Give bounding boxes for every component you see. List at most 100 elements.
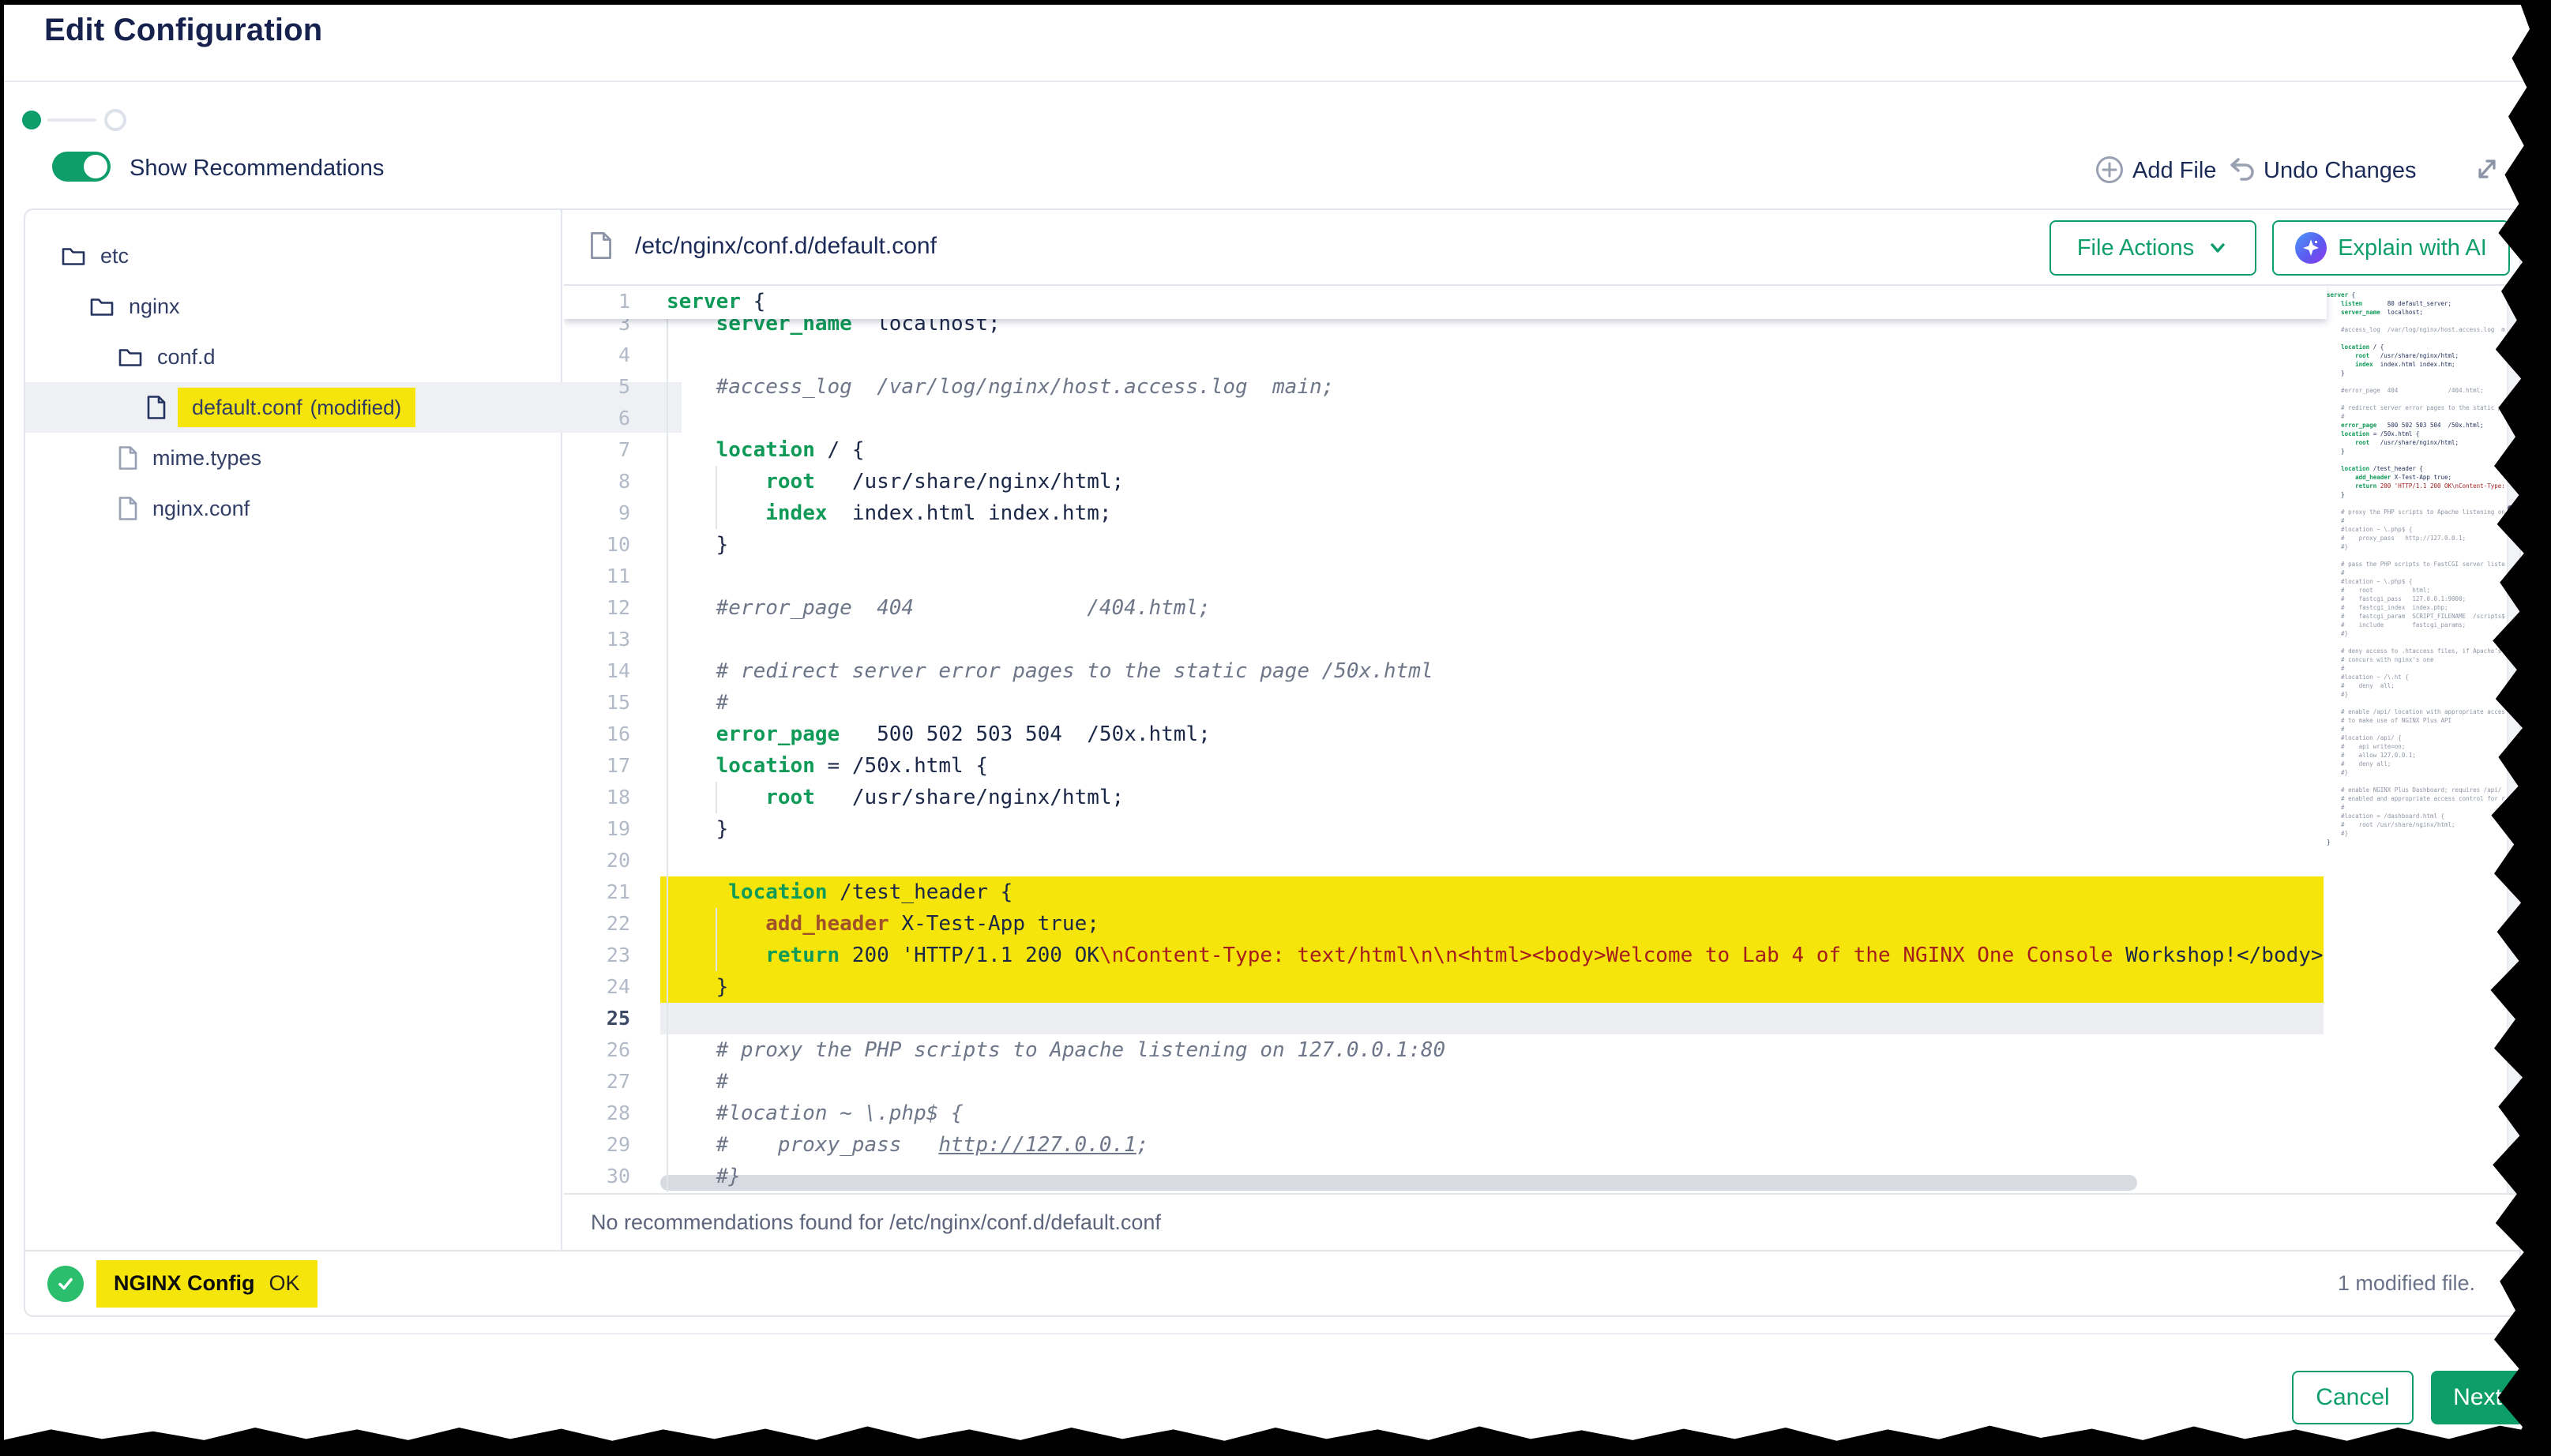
add-file-icon[interactable] — [2095, 155, 2125, 189]
line-number: 22 — [564, 908, 630, 940]
tree-item-label: etc — [100, 244, 129, 268]
stepper-step-1-active[interactable] — [22, 111, 41, 129]
minimap-line: # — [2327, 803, 2505, 812]
code-line: 12 #error_page 404 /404.html; — [564, 592, 2327, 624]
code-line: 13 — [564, 624, 2327, 655]
code-line: 4 — [564, 340, 2327, 371]
minimap-line: #location /api/ { — [2327, 734, 2505, 742]
minimap-line: #location ~ \.php$ { — [2327, 577, 2505, 586]
tree-item-nginx-conf[interactable]: nginx.conf — [25, 483, 653, 534]
file-actions-label: File Actions — [2077, 235, 2194, 261]
line-number: 25 — [564, 1003, 630, 1034]
minimap-line: # — [2327, 569, 2505, 577]
tree-item-etc[interactable]: etc — [25, 231, 596, 281]
line-number: 13 — [564, 624, 630, 655]
code-line: 6 — [564, 403, 2327, 434]
file-tree: etc nginx conf.d default.conf (modified)… — [25, 210, 562, 1250]
folder-icon — [118, 346, 143, 368]
code-line: 5 #access_log /var/log/nginx/host.access… — [564, 371, 2327, 403]
line-number: 7 — [564, 434, 630, 466]
file-icon — [118, 496, 138, 521]
undo-icon[interactable] — [2226, 155, 2257, 190]
line-number: 23 — [564, 940, 630, 971]
code-line: 26 # proxy the PHP scripts to Apache lis… — [564, 1034, 2327, 1066]
minimap-line — [2327, 699, 2505, 707]
minimap-line: root /usr/share/nginx/html; — [2327, 351, 2505, 360]
minimap-line: location /test_header { — [2327, 464, 2505, 473]
status-value: OK — [269, 1271, 299, 1296]
minimap-line: # fastcgi_param SCRIPT_FILENAME /scripts… — [2327, 612, 2505, 621]
indent-guide — [667, 319, 668, 1192]
code-line: 24 } — [564, 971, 2327, 1003]
tree-item-label: default.conf — [192, 396, 302, 420]
explain-with-ai-button[interactable]: Explain with AI — [2272, 220, 2510, 276]
code-line: 10 } — [564, 529, 2327, 561]
show-recommendations-toggle[interactable] — [52, 152, 111, 182]
line-number: 20 — [564, 845, 630, 876]
show-recommendations-label: Show Recommendations — [130, 156, 384, 182]
no-recommendations-text: No recommendations found for /etc/nginx/… — [591, 1210, 1161, 1235]
minimap-line: # enabled and appropriate access control… — [2327, 794, 2505, 803]
minimap-line: #} — [2327, 829, 2505, 838]
line-number: 17 — [564, 750, 630, 782]
minimap-line: # to make use of NGINX Plus API — [2327, 716, 2505, 725]
code-line: 29 # proxy_pass http://127.0.0.1; — [564, 1129, 2327, 1161]
minimap-line: #} — [2327, 629, 2505, 638]
minimap-line: } — [2327, 447, 2505, 456]
minimap-line: # pass the PHP scripts to FastCGI server… — [2327, 560, 2505, 569]
code-line: 25 — [564, 1003, 2327, 1034]
tree-item-confd[interactable]: conf.d — [25, 332, 653, 382]
undo-changes-button[interactable]: Undo Changes — [2264, 158, 2416, 184]
file-actions-button[interactable]: File Actions — [2049, 220, 2256, 276]
minimap[interactable]: server { listen 80 default_server; serve… — [2327, 291, 2505, 1187]
chevron-down-icon — [2207, 237, 2229, 259]
stepper-step-2[interactable] — [104, 109, 126, 131]
minimap-line: #location ~ /\.ht { — [2327, 673, 2505, 681]
code-line: 27 # — [564, 1066, 2327, 1098]
line-number: 4 — [564, 340, 630, 371]
minimap-line: server_name localhost; — [2327, 308, 2505, 317]
indent-guide — [716, 782, 717, 813]
indent-guide — [716, 466, 717, 529]
minimap-line: # — [2327, 412, 2505, 421]
line-number: 9 — [564, 497, 630, 529]
line-number: 29 — [564, 1129, 630, 1161]
code-line: 15 # — [564, 687, 2327, 719]
minimap-line: location = /50x.html { — [2327, 430, 2505, 438]
minimap-line: #location = /dashboard.html { — [2327, 812, 2505, 820]
minimap-line: # deny access to .htaccess files, if Apa… — [2327, 647, 2505, 655]
code-lines: 3 server_name localhost;45 #access_log /… — [564, 308, 2327, 1192]
tree-item-mime-types[interactable]: mime.types — [25, 433, 653, 483]
code-line: 1server { — [564, 286, 2327, 317]
minimap-line: #} — [2327, 690, 2505, 699]
file-header: /etc/nginx/conf.d/default.conf File Acti… — [564, 210, 2519, 286]
add-file-button[interactable]: Add File — [2132, 158, 2216, 184]
minimap-line — [2327, 377, 2505, 386]
tree-item-label: conf.d — [157, 345, 216, 370]
line-number: 28 — [564, 1098, 630, 1129]
code-editor[interactable]: 3 server_name localhost;45 #access_log /… — [564, 286, 2519, 1193]
folder-icon — [61, 245, 86, 267]
minimap-line: # proxy_pass http://127.0.0.1; — [2327, 534, 2505, 542]
line-number: 18 — [564, 782, 630, 813]
minimap-line: error_page 500 502 503 504 /50x.html; — [2327, 421, 2505, 430]
modified-file-count: 1 modified file. — [2338, 1271, 2475, 1296]
tree-item-label: nginx — [129, 295, 180, 319]
tree-item-nginx[interactable]: nginx — [25, 281, 625, 332]
header-divider — [0, 81, 2551, 82]
minimap-line: #location ~ \.php$ { — [2327, 525, 2505, 534]
minimap-line — [2327, 317, 2505, 325]
minimap-line: # fastcgi_index index.php; — [2327, 603, 2505, 612]
expand-icon[interactable] — [2470, 152, 2502, 190]
line-number: 16 — [564, 719, 630, 750]
page-title: Edit Configuration — [44, 13, 322, 48]
minimap-line: # api write=on; — [2327, 742, 2505, 751]
line-number: 24 — [564, 971, 630, 1003]
explain-with-ai-label: Explain with AI — [2338, 235, 2487, 261]
code-line: 23 return 200 'HTTP/1.1 200 OK\nContent-… — [564, 940, 2327, 971]
line-number: 15 — [564, 687, 630, 719]
line-number: 5 — [564, 371, 630, 403]
minimap-line: # deny all; — [2327, 760, 2505, 768]
tree-item-label: nginx.conf — [152, 497, 250, 521]
cancel-button[interactable]: Cancel — [2292, 1371, 2414, 1424]
